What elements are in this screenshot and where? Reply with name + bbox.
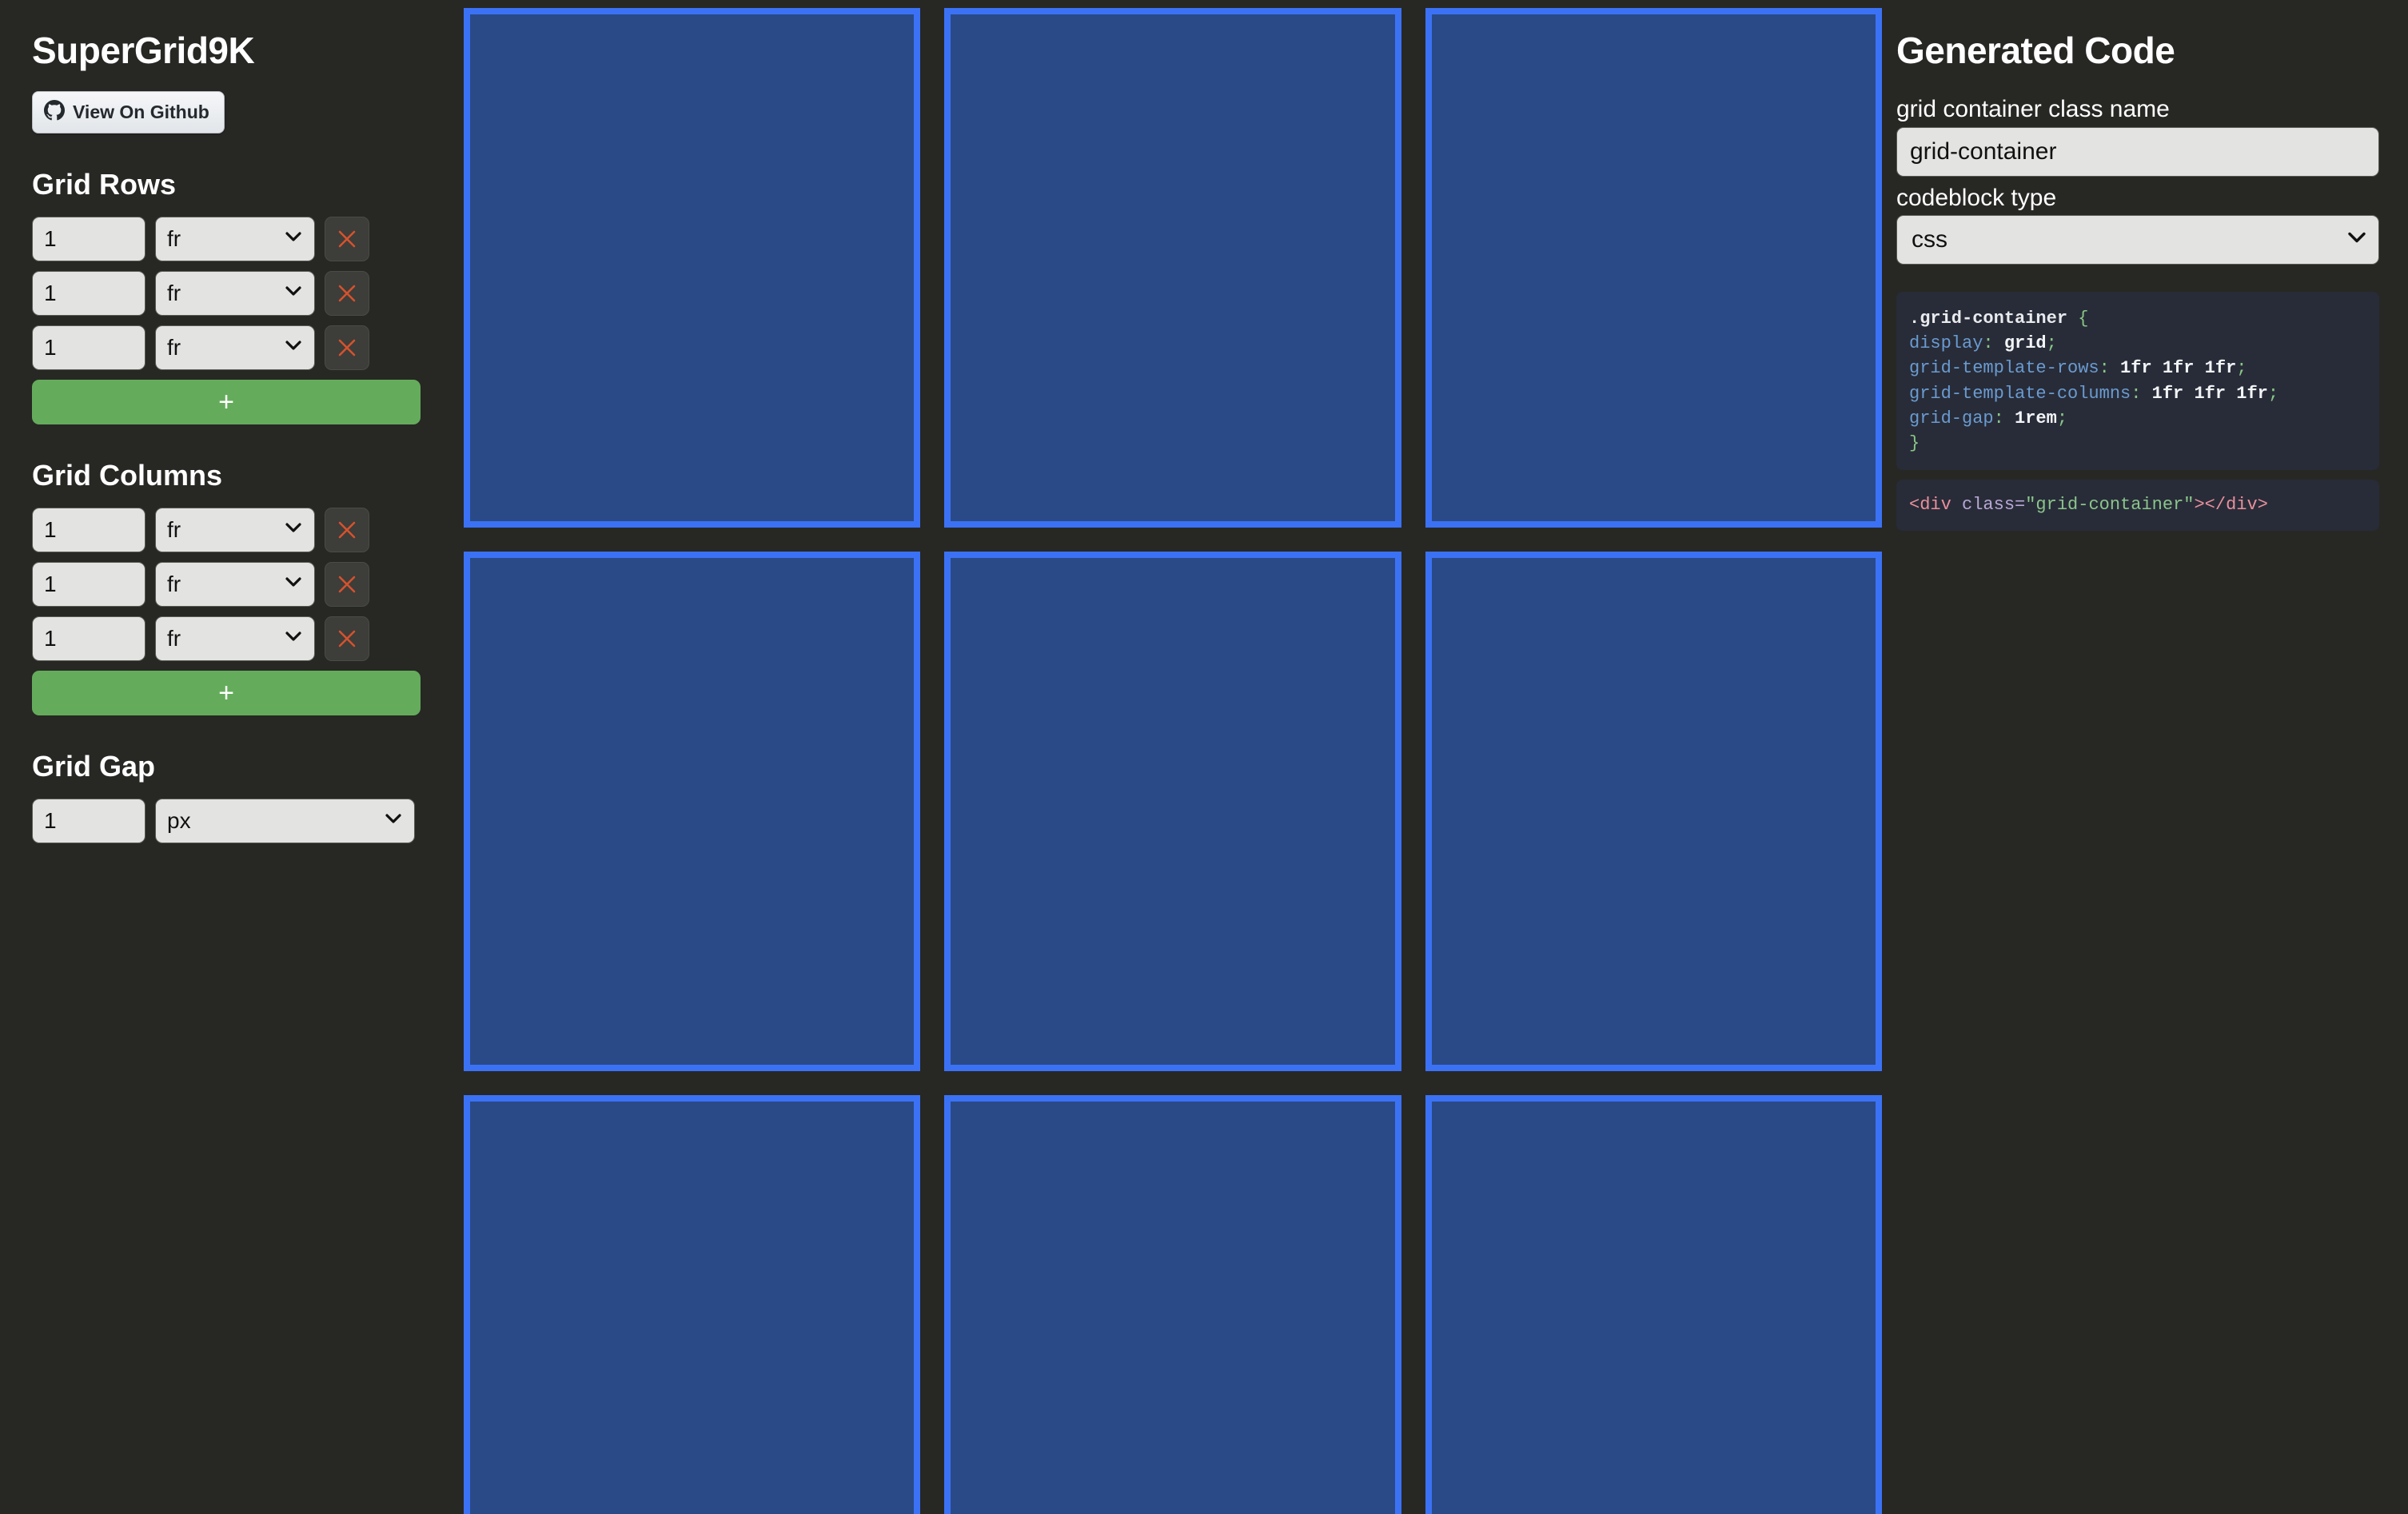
html-codeblock[interactable]: <div class="grid-container"></div>	[1896, 480, 2379, 531]
css-value-2: 1fr 1fr 1fr	[2151, 383, 2268, 404]
row-track-unit-value-2: fr	[167, 281, 181, 305]
grid-cell[interactable]	[464, 8, 921, 528]
grid-preview	[464, 8, 1882, 1514]
row-track-unit-value-3: fr	[167, 335, 181, 360]
view-on-github-button[interactable]: View On Github	[32, 91, 225, 133]
class-name-label: grid container class name	[1896, 96, 2170, 122]
chevron-down-icon	[285, 341, 301, 355]
css-value-3: 1rem	[2015, 408, 2057, 428]
close-icon	[338, 285, 356, 302]
grid-cell[interactable]	[944, 8, 1401, 528]
delete-row-track-3-button[interactable]	[325, 325, 369, 370]
grid-cell[interactable]	[464, 1095, 921, 1514]
grid-container-class-name-input[interactable]	[1896, 126, 2379, 177]
grid-gap-unit-value: px	[167, 808, 191, 833]
chevron-down-icon	[285, 286, 301, 301]
grid-gap-value-input[interactable]	[32, 799, 146, 843]
row-track-unit-value-1: fr	[167, 226, 181, 251]
css-prop-2: grid-template-columns	[1909, 383, 2131, 404]
chevron-down-icon	[285, 631, 301, 646]
column-track-unit-value-1: fr	[167, 517, 181, 542]
row-track-unit-1[interactable]: fr	[155, 217, 315, 261]
css-close-brace: }	[1909, 433, 1920, 454]
column-track-unit-1[interactable]: fr	[155, 508, 315, 552]
row-track-value-3[interactable]	[32, 325, 146, 370]
add-column-label: +	[218, 678, 234, 708]
grid-gap-controls: px	[32, 799, 448, 843]
html-attr-value: "grid-container"	[2025, 495, 2195, 516]
html-open-tag: <div	[1909, 495, 1952, 516]
grid-cell[interactable]	[1425, 1095, 1882, 1514]
chevron-down-icon	[285, 232, 301, 246]
controls-sidebar: SuperGrid9K View On Github Grid Rows fr	[0, 0, 448, 1514]
grid-cell[interactable]	[1425, 552, 1882, 1071]
column-track-2: fr	[32, 562, 448, 607]
grid-cell[interactable]	[1425, 8, 1882, 528]
column-track-value-2[interactable]	[32, 562, 146, 607]
row-track-2: fr	[32, 271, 448, 316]
css-selector: .grid-container	[1909, 309, 2068, 329]
close-icon	[338, 339, 356, 357]
css-prop-3: grid-gap	[1909, 408, 1994, 428]
column-track-value-1[interactable]	[32, 508, 146, 552]
grid-gap-heading: Grid Gap	[32, 750, 156, 783]
grid-cell[interactable]	[944, 1095, 1401, 1514]
grid-rows-heading: Grid Rows	[32, 168, 177, 201]
grid-gap-unit-select[interactable]: px	[155, 799, 415, 843]
app-root: SuperGrid9K View On Github Grid Rows fr	[0, 0, 2408, 1514]
html-open-tag-close: >	[2194, 495, 2205, 516]
add-row-label: +	[218, 387, 234, 417]
github-icon	[44, 100, 65, 125]
chevron-down-icon	[285, 577, 301, 592]
css-prop-1: grid-template-rows	[1909, 358, 2099, 379]
close-icon	[338, 230, 356, 248]
column-track-1: fr	[32, 508, 448, 552]
delete-row-track-1-button[interactable]	[325, 217, 369, 261]
close-icon	[338, 630, 356, 647]
row-track-1: fr	[32, 217, 448, 261]
delete-column-track-1-button[interactable]	[325, 508, 369, 552]
add-row-button[interactable]: +	[32, 380, 421, 424]
column-track-unit-value-3: fr	[167, 626, 181, 651]
chevron-down-icon	[285, 523, 301, 537]
add-column-button[interactable]: +	[32, 671, 421, 715]
generated-code-heading: Generated Code	[1896, 30, 2175, 71]
row-track-value-2[interactable]	[32, 271, 146, 316]
grid-columns-heading: Grid Columns	[32, 459, 223, 492]
css-codeblock[interactable]: .grid-container { display: grid; grid-te…	[1896, 292, 2379, 471]
column-track-value-3[interactable]	[32, 616, 146, 661]
page-title: SuperGrid9K	[32, 30, 255, 71]
column-track-unit-3[interactable]: fr	[155, 616, 315, 661]
grid-preview-area	[448, 0, 1896, 1514]
css-prop-0: display	[1909, 333, 1983, 354]
css-value-1: 1fr 1fr 1fr	[2120, 358, 2237, 379]
delete-column-track-3-button[interactable]	[325, 616, 369, 661]
html-close-tag: </div>	[2204, 495, 2268, 516]
close-icon	[338, 576, 356, 593]
chevron-down-icon	[385, 814, 401, 828]
row-track-unit-2[interactable]: fr	[155, 271, 315, 316]
delete-row-track-2-button[interactable]	[325, 271, 369, 316]
close-icon	[338, 521, 356, 539]
column-track-3: fr	[32, 616, 448, 661]
css-value-0: grid	[2003, 333, 2047, 354]
row-track-3: fr	[32, 325, 448, 370]
generated-code-panel: Generated Code grid container class name…	[1896, 0, 2408, 1514]
codeblock-type-select[interactable]: css	[1896, 215, 2379, 265]
css-open-brace: {	[2078, 309, 2089, 329]
row-track-value-1[interactable]	[32, 217, 146, 261]
html-attr-name: class=	[1951, 495, 2026, 516]
column-track-unit-2[interactable]: fr	[155, 562, 315, 607]
chevron-down-icon	[2348, 232, 2366, 248]
delete-column-track-2-button[interactable]	[325, 562, 369, 607]
codeblock-type-value: css	[1912, 226, 1948, 253]
column-track-unit-value-2: fr	[167, 572, 181, 596]
grid-cell[interactable]	[944, 552, 1401, 1071]
grid-cell[interactable]	[464, 552, 921, 1071]
row-track-unit-3[interactable]: fr	[155, 325, 315, 370]
github-button-label: View On Github	[73, 102, 209, 122]
codeblock-type-label: codeblock type	[1896, 184, 2057, 211]
